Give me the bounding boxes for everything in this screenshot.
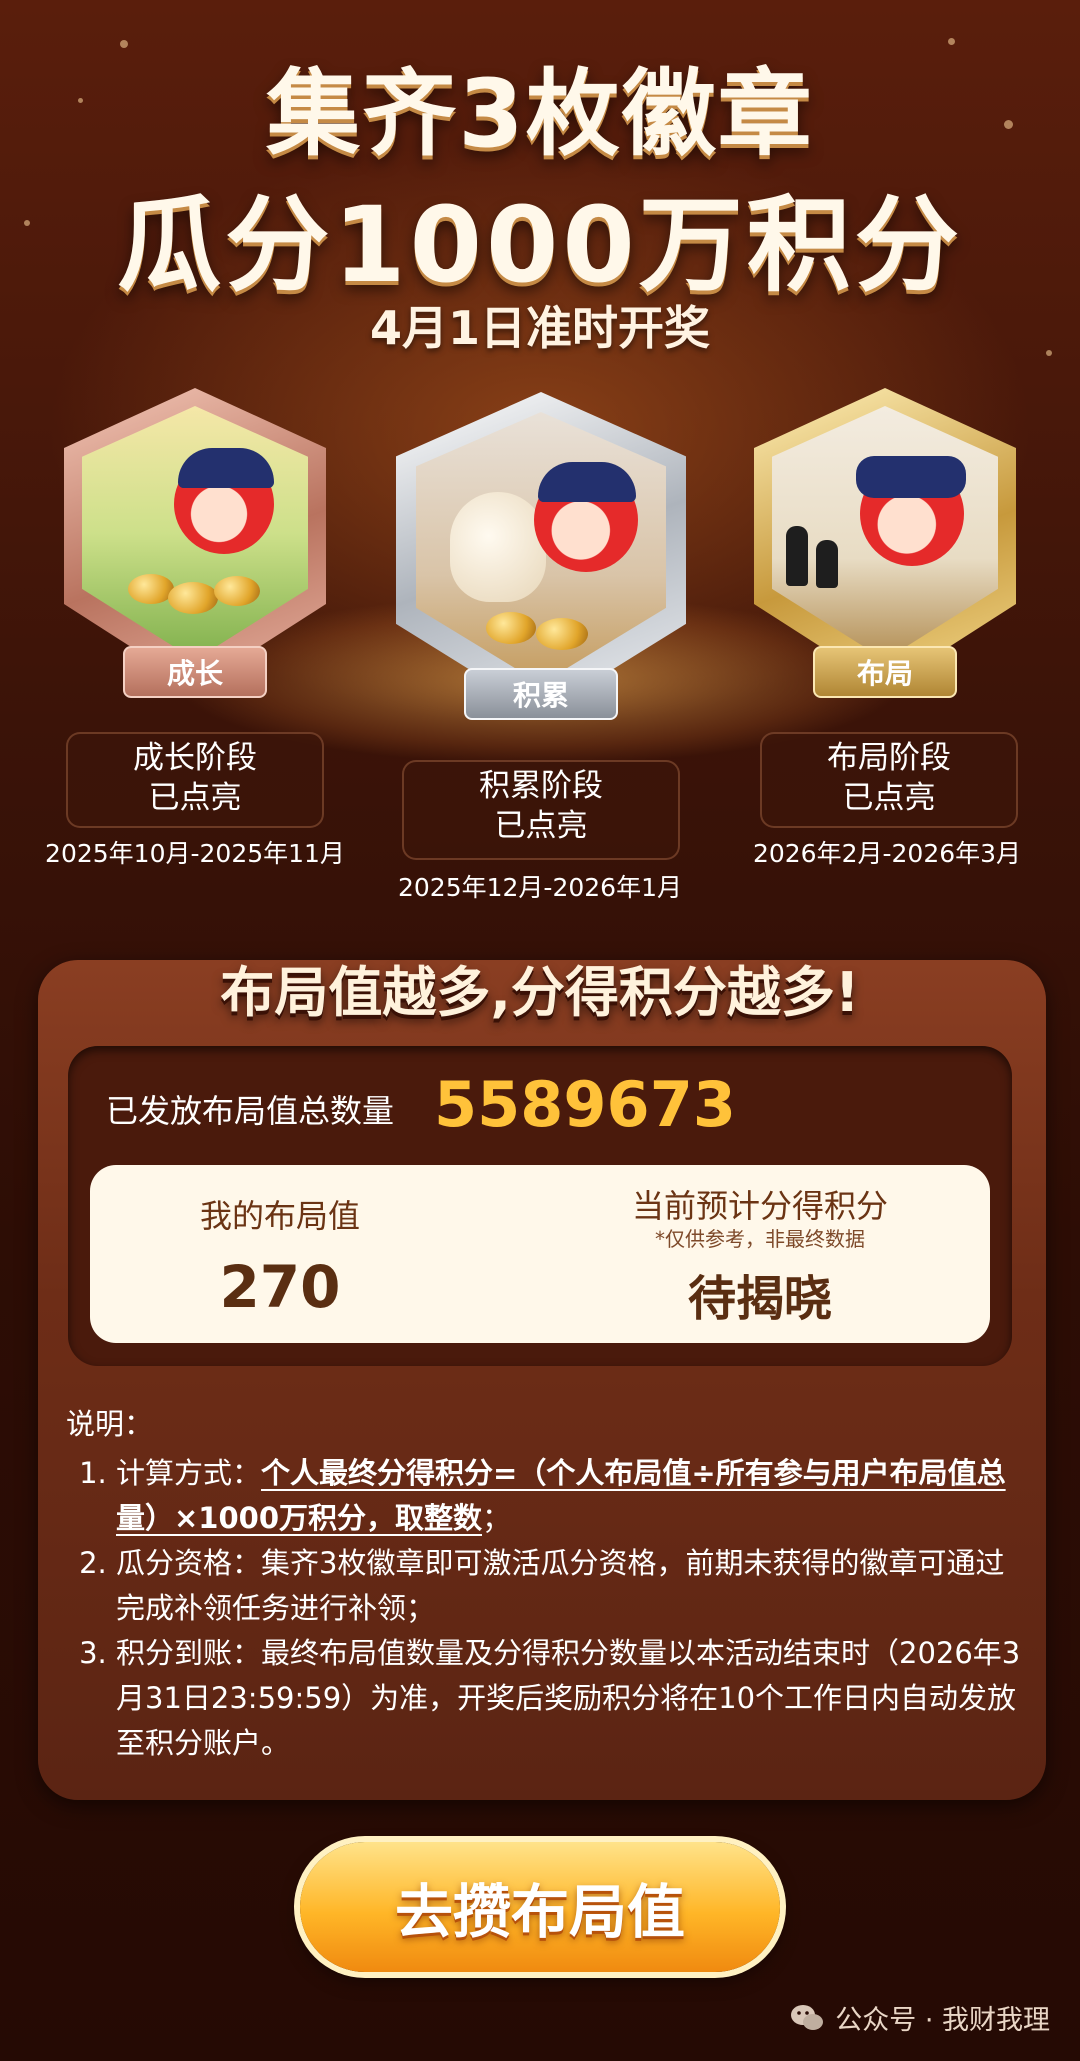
estimate-value: 待揭晓 xyxy=(687,1271,832,1327)
stage-dates-layout: 2026年2月-2026年3月 xyxy=(752,839,1022,868)
total-issued-label: 已发放布局值总数量 xyxy=(106,1092,395,1130)
coin-icon xyxy=(536,618,588,650)
my-layout-value: 270 xyxy=(219,1253,341,1321)
badge-ribbon: 布局 xyxy=(813,646,957,698)
earn-layout-button[interactable]: 去攒布局值 xyxy=(300,1842,780,1972)
estimate-note: *仅供参考，非最终数据 xyxy=(655,1227,865,1251)
stage-name: 布局阶段 xyxy=(827,740,951,776)
money-bag-icon xyxy=(450,492,546,602)
badge-ribbon: 成长 xyxy=(123,646,267,698)
estimate-label: 当前预计分得积分 xyxy=(631,1187,888,1225)
total-issued-value: 5589673 xyxy=(434,1068,736,1141)
mascot-cap-icon xyxy=(538,462,636,502)
rules-list: 计算方式：个人最终分得积分=（个人布局值÷所有参与用户布局值总量）×1000万积… xyxy=(66,1451,1026,1766)
rules-heading: 说明： xyxy=(66,1407,154,1441)
title-line-1: 集齐3枚徽章 xyxy=(266,60,814,169)
panel-heading: 布局值越多,分得积分越多! xyxy=(220,961,860,1024)
rule-label: 计算方式： xyxy=(116,1456,262,1490)
title-line-2: 瓜分1000万积分 xyxy=(117,184,963,306)
page: 集齐3枚徽章 瓜分1000万积分 4月1日准时开奖 成长 积累 布局 成长阶段 … xyxy=(0,0,1080,2061)
badge-growth[interactable]: 成长 xyxy=(64,388,326,698)
stage-dates-accumulation: 2025年12月-2026年1月 xyxy=(398,873,682,902)
rule-item: 计算方式：个人最终分得积分=（个人布局值÷所有参与用户布局值总量）×1000万积… xyxy=(116,1451,1026,1541)
stage-name: 积累阶段 xyxy=(479,768,603,804)
draw-date: 4月1日准时开奖 xyxy=(369,301,710,355)
badge-accumulation[interactable]: 积累 xyxy=(396,392,686,720)
my-stats-card: 我的布局值 270 当前预计分得积分 *仅供参考，非最终数据 待揭晓 xyxy=(90,1165,990,1343)
stage-status-layout: 布局阶段 已点亮 xyxy=(760,732,1018,828)
stage-status: 已点亮 xyxy=(842,780,936,816)
stage-dates-growth: 2025年10月-2025年11月 xyxy=(45,839,345,868)
stage-status: 已点亮 xyxy=(148,780,242,816)
vr-goggles-icon xyxy=(856,456,966,498)
stage-status-accumulation: 积累阶段 已点亮 xyxy=(402,760,680,860)
my-layout-label: 我的布局值 xyxy=(199,1197,360,1235)
coin-icon xyxy=(168,582,218,614)
stage-status: 已点亮 xyxy=(494,808,588,844)
coin-icon xyxy=(128,574,174,604)
footer-watermark: 公众号 · 我财我理 xyxy=(789,1998,1050,2037)
badge-ribbon: 积累 xyxy=(464,668,618,720)
mascot-cap-icon xyxy=(178,448,274,488)
rule-suffix: ； xyxy=(482,1501,512,1535)
wechat-icon xyxy=(791,2004,824,2030)
rules-section: 说明： 计算方式：个人最终分得积分=（个人布局值÷所有参与用户布局值总量）×10… xyxy=(66,1402,1026,1766)
stage-name: 成长阶段 xyxy=(133,740,257,776)
stage-status-growth: 成长阶段 已点亮 xyxy=(66,732,324,828)
chess-piece-icon xyxy=(816,540,838,588)
chess-piece-icon xyxy=(786,526,808,586)
badge-layout[interactable]: 布局 xyxy=(754,388,1016,698)
rule-item: 瓜分资格：集齐3枚徽章即可激活瓜分资格，前期未获得的徽章可通过完成补领任务进行补… xyxy=(116,1541,1026,1631)
footer-text: 公众号 · 我财我理 xyxy=(835,2005,1050,2036)
coin-icon xyxy=(486,612,536,644)
rule-item: 积分到账：最终布局值数量及分得积分数量以本活动结束时（2026年3月31日23:… xyxy=(116,1631,1026,1766)
coin-icon xyxy=(214,576,260,606)
